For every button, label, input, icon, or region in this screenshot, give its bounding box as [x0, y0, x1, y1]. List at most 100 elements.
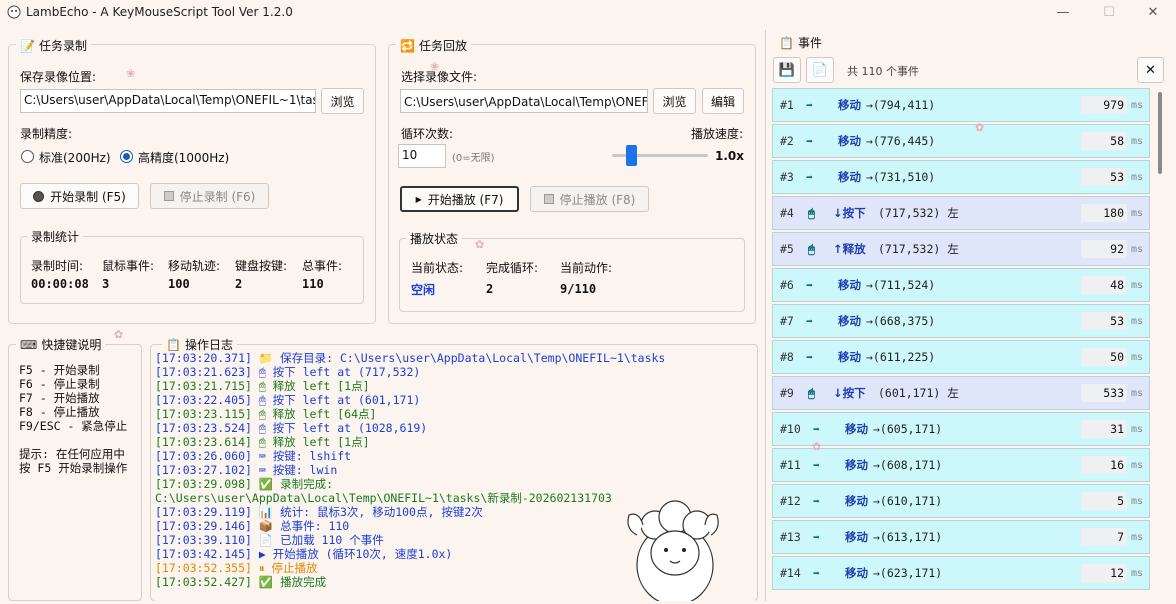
flower-icon: ✿	[812, 440, 822, 453]
event-row[interactable]: #13 ➡ 移动 →(613,171) 7 ms	[772, 520, 1150, 554]
floppy-disk-icon: 💾	[778, 62, 796, 78]
event-delay-unit: ms	[1131, 279, 1144, 291]
event-action: 移动	[838, 278, 861, 292]
event-row[interactable]: #3 ➡ 移动 →(731,510) 53 ms	[772, 160, 1150, 194]
event-number: #2	[780, 134, 794, 148]
start-playback-button[interactable]: ▶ 开始播放 (F7)	[400, 186, 519, 212]
event-number: #6	[780, 278, 794, 292]
playback-file-input[interactable]: C:\Users\user\AppData\Local\Temp\ONEFIL~…	[400, 89, 648, 113]
event-delay: 180	[1081, 204, 1127, 222]
stat-value-move: 100	[168, 277, 190, 291]
stop-playback-label: 停止播放 (F8)	[559, 192, 636, 207]
arrow-right-icon: ➡	[806, 278, 813, 292]
precision-high-radio[interactable]	[120, 150, 133, 163]
event-coord: →(610,171)	[873, 494, 943, 508]
event-delay-unit: ms	[1131, 171, 1144, 183]
event-row[interactable]: #7 ➡ 移动 →(668,375) 53 ms	[772, 304, 1150, 338]
event-number: #14	[780, 566, 801, 580]
export-events-button[interactable]: 📄	[806, 57, 834, 83]
hotkey-tip-line: 按 F5 开始录制操作	[19, 461, 128, 475]
event-row[interactable]: #9 🖱 ↓按下 (601,171) 左 533 ms	[772, 376, 1150, 410]
event-row[interactable]: #12 ➡ 移动 →(610,171) 5 ms	[772, 484, 1150, 518]
event-number: #9	[780, 386, 794, 400]
close-window-button[interactable]: ✕	[1130, 0, 1176, 26]
event-row[interactable]: #11 ➡ 移动 →(608,171) 16 ms	[772, 448, 1150, 482]
event-action: 移动	[845, 494, 868, 508]
maximize-button[interactable]: ☐	[1086, 0, 1132, 26]
log-line: [17:03:23.524] 🖱 按下 left at (1028,619)	[155, 421, 428, 435]
event-row[interactable]: #14 ➡ 移动 →(623,171) 12 ms	[772, 556, 1150, 590]
playback-browse-button[interactable]: 浏览	[653, 88, 696, 114]
precision-standard-radio[interactable]	[21, 150, 34, 163]
events-scrollbar[interactable]	[1158, 92, 1162, 174]
event-delay-unit: ms	[1131, 99, 1144, 111]
event-delay: 50	[1081, 348, 1127, 366]
window-title: LambEcho - A KeyMouseScript Tool Ver 1.2…	[26, 5, 293, 19]
event-action: 移动	[845, 566, 868, 580]
event-action: 移动	[838, 350, 861, 364]
event-row[interactable]: #2 ➡ 移动 →(776,445) 58 ms	[772, 124, 1150, 158]
save-path-label: 保存录像位置:	[20, 70, 97, 84]
start-playback-label: 开始播放 (F7)	[427, 192, 504, 207]
event-row[interactable]: #5 🖱 ↑释放 (717,532) 左 92 ms	[772, 232, 1150, 266]
minimize-button[interactable]: —	[1040, 0, 1086, 26]
stop-square-icon	[163, 191, 174, 201]
event-row[interactable]: #6 ➡ 移动 →(711,524) 48 ms	[772, 268, 1150, 302]
start-record-button[interactable]: 开始录制 (F5)	[20, 183, 139, 209]
edit-button[interactable]: 编辑	[702, 88, 744, 114]
event-action: 移动	[838, 314, 861, 328]
event-delay-unit: ms	[1131, 495, 1144, 507]
event-delay: 979	[1081, 96, 1127, 114]
save-path-input[interactable]: C:\Users\user\AppData\Local\Temp\ONEFIL~…	[20, 89, 316, 113]
event-action: 移动	[838, 98, 861, 112]
loop-count-input[interactable]: 10	[398, 144, 446, 168]
event-coord: →(794,411)	[866, 98, 936, 112]
event-delay-unit: ms	[1131, 531, 1144, 543]
events-list[interactable]: #1 ➡ 移动 →(794,411) 979 ms #2 ➡ 移动 →(776,445) 58 ms #…	[772, 88, 1154, 601]
event-row[interactable]: #8 ➡ 移动 →(611,225) 50 ms	[772, 340, 1150, 374]
event-coord: →(731,510)	[866, 170, 936, 184]
stat-value-time: 00:00:08	[31, 277, 89, 291]
stop-square-icon	[543, 194, 554, 204]
event-action: 移动	[838, 170, 861, 184]
event-coord: →(608,171)	[873, 458, 943, 472]
event-number: #1	[780, 98, 794, 112]
start-record-label: 开始录制 (F5)	[50, 189, 126, 204]
arrow-right-icon: ➡	[813, 530, 820, 544]
flower-icon: ❀	[430, 60, 440, 73]
close-icon: ✕	[1145, 62, 1156, 78]
loop-hint: (0=无限)	[452, 153, 495, 164]
events-count: 共 110 个事件	[847, 65, 919, 78]
event-action: ↑释放	[833, 242, 866, 256]
event-row[interactable]: #10 ➡ 移动 →(605,171) 31 ms	[772, 412, 1150, 446]
playback-title-text: 任务回放	[418, 39, 467, 53]
event-row[interactable]: #1 ➡ 移动 →(794,411) 979 ms	[772, 88, 1150, 122]
save-browse-button[interactable]: 浏览	[321, 88, 364, 114]
close-events-button[interactable]: ✕	[1137, 57, 1164, 83]
hotkey-line: F8 - 停止播放	[19, 405, 100, 419]
event-delay: 92	[1081, 240, 1127, 258]
status-value-loops: 2	[486, 282, 494, 296]
stat-value-total: 110	[302, 277, 324, 291]
event-number: #5	[780, 242, 794, 256]
stop-playback-button[interactable]: 停止播放 (F8)	[530, 186, 649, 212]
flower-icon: ❀	[126, 67, 136, 80]
hotkey-line: F5 - 开始录制	[19, 363, 100, 377]
mouse-icon: 🖱	[808, 205, 815, 220]
event-delay: 58	[1081, 132, 1127, 150]
event-delay-unit: ms	[1131, 135, 1144, 147]
event-coord: (717,532) 左	[878, 206, 959, 220]
arrow-right-icon: ➡	[806, 314, 813, 328]
event-action: 移动	[845, 458, 868, 472]
speed-slider-thumb[interactable]	[626, 145, 637, 166]
save-events-button[interactable]: 💾	[773, 57, 801, 83]
sheep-logo-icon	[6, 4, 22, 20]
event-row[interactable]: #4 🖱 ↓按下 (717,532) 左 180 ms	[772, 196, 1150, 230]
log-line: [17:03:23.115] 🖱 释放 left [64点]	[155, 407, 377, 421]
log-line: [17:03:29.098] ✅ 录制完成:	[155, 477, 334, 491]
stop-record-button[interactable]: 停止录制 (F6)	[150, 183, 269, 209]
event-coord: (601,171) 左	[878, 386, 959, 400]
event-delay-unit: ms	[1131, 423, 1144, 435]
precision-label: 录制精度:	[20, 127, 73, 141]
log-line: [17:03:27.102] ⌨ 按键: lwin	[155, 463, 338, 477]
